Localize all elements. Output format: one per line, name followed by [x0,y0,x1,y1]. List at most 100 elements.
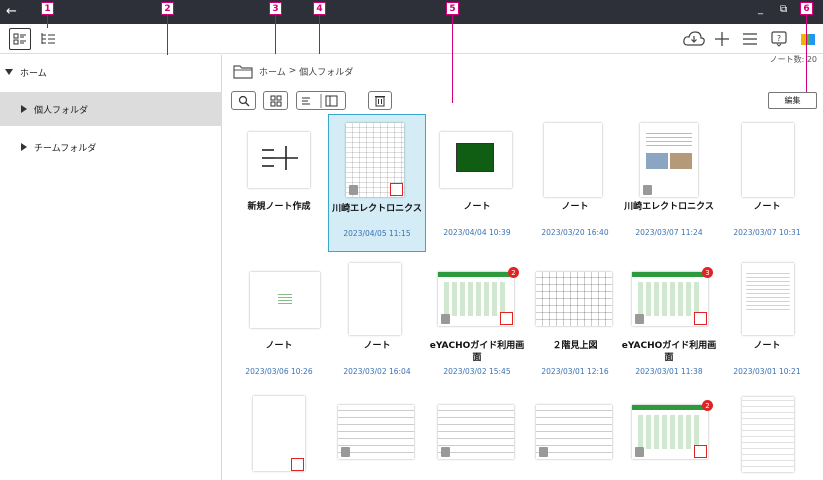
note-card[interactable]: ノート 2023/03/06 10:26 [230,260,328,398]
note-thumb [742,263,794,335]
callout-line [319,14,320,54]
search-button[interactable] [231,91,256,110]
note-card[interactable]: ノート 2023/04/04 10:39 [428,115,526,253]
breadcrumb-home[interactable]: ホーム [259,65,286,78]
callout-6: 6 [800,2,813,15]
note-thumb [640,123,698,197]
new-note-card[interactable]: 新規ノート作成 [230,115,328,253]
card-title: ノート [463,202,491,212]
callout-1: 1 [41,2,54,15]
search-icon [238,95,249,106]
help-icon[interactable]: ? [768,28,790,50]
pin-icon [341,447,350,457]
title-bar: ← _ ⧉ ⤢ [0,0,823,24]
card-title: 川崎エレクトロニクス [624,202,714,212]
note-thumb [632,272,708,326]
grid-icon [270,95,281,106]
trash-icon [375,96,385,107]
trash-button[interactable] [368,91,392,110]
card-date: 2023/03/01 10:21 [733,367,801,376]
note-thumb [250,272,320,328]
add-icon[interactable] [711,28,733,50]
new-note-thumb [248,132,310,188]
callout-line [275,14,276,54]
note-card[interactable] [328,393,426,480]
tree-item-label: 個人フォルダ [34,105,89,116]
note-card[interactable]: ノート 2023/03/02 16:04 [328,260,426,398]
shared-user-icon [694,445,707,458]
pin-icon [349,185,358,195]
note-thumb [742,123,794,197]
note-card[interactable] [230,393,328,480]
svg-text:?: ? [777,34,781,43]
menu-icon[interactable] [739,28,761,50]
tree-view-icon[interactable] [37,28,59,50]
note-card[interactable]: 川崎エレクトロニクス 2023/04/05 11:15 [328,114,426,252]
tree-item-home[interactable]: ホーム [0,55,222,89]
breadcrumb-separator: > [288,66,297,76]
pin-icon [539,447,548,457]
note-card[interactable]: ノート 2023/03/20 16:40 [526,115,624,253]
maximize-icon[interactable]: ⧉ [780,4,787,15]
note-card[interactable]: 2 [620,393,718,480]
note-thumb [544,123,602,197]
card-title: 川崎エレクトロニクス [332,204,422,214]
tree-item-label: ホーム [20,68,47,79]
note-thumb [632,405,708,459]
note-card[interactable]: 3 eYACHOガイド利用画面 2023/03/01 11:38 [620,260,718,398]
pin-icon [635,447,644,457]
back-arrow-icon[interactable]: ← [6,4,17,19]
callout-5: 5 [446,2,459,15]
new-note-icon [262,146,298,170]
note-card[interactable] [428,393,526,480]
card-title: eYACHOガイド利用画面 [621,341,717,363]
card-title: ノート [265,341,293,351]
callout-2: 2 [161,2,174,15]
card-date: 2023/04/05 11:15 [343,229,411,238]
card-title: ノート [363,341,391,351]
callout-line [452,14,453,103]
note-card[interactable]: 川崎エレクトロニクス 2023/03/07 11:24 [620,115,718,253]
note-thumb [742,397,794,472]
card-title: ノート [753,341,781,351]
note-card[interactable] [718,393,816,480]
note-card[interactable]: ノート 2023/03/07 10:31 [718,115,816,253]
card-date: 2023/04/04 10:39 [443,228,511,237]
card-date: 2023/03/20 16:40 [541,228,609,237]
card-date: 2023/03/02 15:45 [443,367,511,376]
notification-badge: 3 [702,267,713,278]
shared-user-icon [291,458,304,471]
sort-button[interactable] [296,91,346,110]
floor-plan-thumb [536,272,612,326]
callout-4: 4 [313,2,326,15]
note-thumb [253,396,305,471]
cloud-sync-icon[interactable] [680,28,708,50]
pin-icon [635,314,644,324]
note-card[interactable]: ノート 2023/03/01 10:21 [718,260,816,398]
note-thumb [438,405,514,459]
tree-item-personal-folder[interactable]: 個人フォルダ [0,92,222,126]
card-date: 2023/03/07 10:31 [733,228,801,237]
shared-user-icon [500,312,513,325]
edit-button[interactable]: 編集 [768,92,817,109]
minimize-icon[interactable]: _ [758,4,763,15]
card-title: ノート [753,202,781,212]
note-thumb [349,263,401,335]
expand-right-icon [21,105,27,113]
card-title: eYACHOガイド利用画面 [429,341,525,363]
expand-right-icon [21,143,27,151]
app-logo-icon[interactable] [797,28,819,50]
note-card[interactable] [526,393,624,480]
list-view-icon[interactable] [9,28,31,50]
tree-item-team-folder[interactable]: チームフォルダ [0,130,222,164]
card-title: 新規ノート作成 [247,202,311,212]
grid-view-button[interactable] [263,91,288,110]
blackboard-image [456,143,494,172]
card-date: 2023/03/01 11:38 [635,367,703,376]
notification-badge: 2 [508,267,519,278]
note-card[interactable]: 2 eYACHOガイド利用画面 2023/03/02 15:45 [428,260,526,398]
card-title: ノート [561,202,589,212]
note-card[interactable]: ２階見上図 2023/03/01 12:16 [526,260,624,398]
note-thumb [536,405,612,459]
note-thumb [338,405,414,459]
